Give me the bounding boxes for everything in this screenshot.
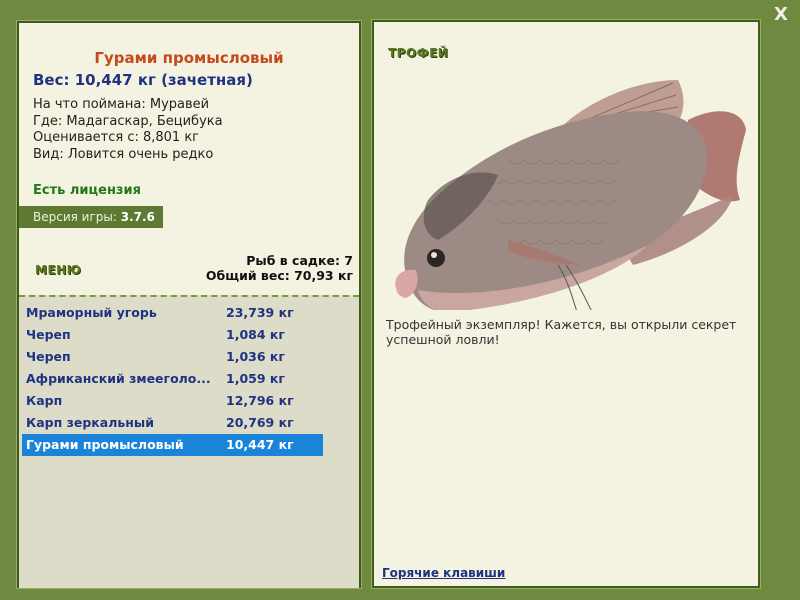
rated-from-info: Оценивается с: 8,801 кг	[33, 130, 200, 145]
catch-weight: 1,059 кг	[226, 371, 285, 386]
catch-list-item[interactable]: Гурами промысловый 10,447 кг	[22, 434, 323, 456]
fish-image	[395, 80, 746, 310]
license-status: Есть лицензия	[33, 183, 141, 198]
catch-list: Мраморный угорь 23,739 кг Череп 1,084 кг Чер…	[19, 295, 359, 588]
catch-name: Череп	[26, 327, 71, 342]
bait-info: На что поймана: Муравей	[33, 97, 210, 112]
catch-weight: 12,796 кг	[226, 393, 294, 408]
catch-list-item[interactable]: Карп 12,796 кг	[22, 390, 323, 412]
close-button[interactable]: X	[770, 4, 792, 26]
keepnet-summary: Рыб в садке: 7 Общий вес: 70,93 кг	[206, 253, 353, 283]
trophy-panel: ТРОФЕЙ Трофейный экземпляр! Кажется, вы …	[371, 19, 761, 589]
catch-list-item[interactable]: Череп 1,084 кг	[22, 324, 323, 346]
catch-weight: 1,084 кг	[226, 327, 285, 342]
fish-details: На что поймана: Муравей Где: Мадагаскар,…	[33, 97, 223, 163]
catch-list-item[interactable]: Мраморный угорь 23,739 кг	[22, 302, 323, 324]
catch-list-item[interactable]: Карп зеркальный 20,769 кг	[22, 412, 323, 434]
catch-weight: 10,447 кг	[226, 437, 294, 452]
trophy-description: Трофейный экземпляр! Кажется, вы открыли…	[386, 317, 737, 347]
game-version: Версия игры: 3.7.6	[19, 206, 163, 228]
catch-weight: 20,769 кг	[226, 415, 294, 430]
catch-list-item[interactable]: Череп 1,036 кг	[22, 346, 323, 368]
fish-info-panel: Гурами промысловый Вес: 10,447 кг (зачет…	[16, 20, 362, 589]
keepnet-count: Рыб в садке: 7	[246, 253, 353, 268]
fish-title: Гурами промысловый	[94, 49, 284, 67]
catch-name: Карп	[26, 393, 63, 408]
version-value: 3.7.6	[120, 210, 155, 224]
version-label: Версия игры:	[33, 210, 117, 224]
catch-list-item[interactable]: Африканский змееголо... 1,059 кг	[22, 368, 323, 390]
location-info: Где: Мадагаскар, Бецибука	[33, 113, 223, 129]
menu-header[interactable]: МЕНЮ	[35, 263, 81, 277]
rarity-info: Вид: Ловится очень редко	[33, 146, 214, 162]
catch-name: Африканский змееголо...	[26, 371, 211, 386]
hotkeys-link[interactable]: Горячие клавиши	[382, 566, 505, 580]
catch-weight: 1,036 кг	[226, 349, 285, 364]
catch-name: Череп	[26, 349, 71, 364]
catch-weight: 23,739 кг	[226, 305, 294, 320]
keepnet-total-weight: Общий вес: 70,93 кг	[205, 268, 353, 283]
catch-name: Гурами промысловый	[26, 437, 184, 452]
catch-name: Карп зеркальный	[26, 415, 154, 430]
fish-weight: Вес: 10,447 кг (зачетная)	[33, 71, 253, 89]
catch-name: Мраморный угорь	[26, 305, 157, 320]
